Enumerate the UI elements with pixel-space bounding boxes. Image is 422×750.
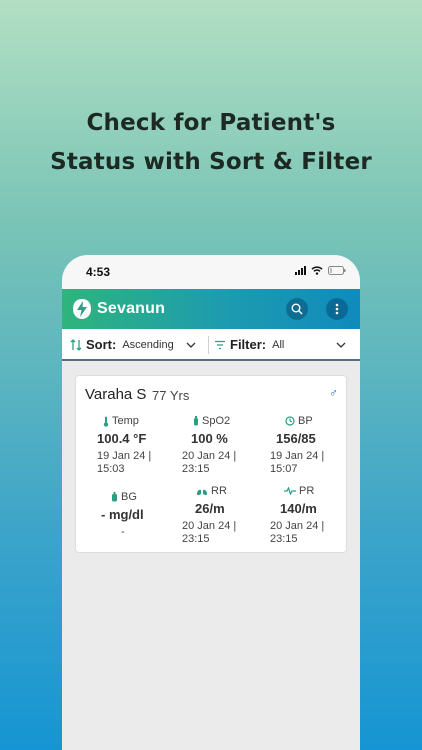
vital-label: PR [299, 485, 315, 497]
vital-value: 156/85 [276, 431, 316, 446]
filter-dropdown[interactable]: Filter: All [214, 337, 284, 352]
vital-value: - mg/dl [101, 507, 144, 522]
status-icons [295, 266, 346, 275]
vital-temp: Temp 100.4 °F 19 Jan 24 | 15:03 [97, 414, 187, 476]
sort-dropdown[interactable]: Sort: Ascending [70, 337, 196, 352]
vital-value: 100.4 °F [97, 431, 147, 446]
vital-spo2: SpO2 100 % 20 Jan 24 | 23:15 [182, 414, 272, 476]
filter-label: Filter: [230, 337, 267, 352]
headline: Check for Patient's Status with Sort & F… [0, 104, 422, 182]
vital-value: 26/m [195, 501, 225, 516]
headline-line-2: Status with Sort & Filter [50, 149, 372, 175]
vital-time: 23:15 [182, 463, 210, 475]
vital-date: 20 Jan 24 | [182, 450, 237, 462]
vital-date: 20 Jan 24 | [182, 520, 237, 532]
vital-time: 15:07 [270, 463, 298, 475]
vital-date: 20 Jan 24 | [270, 520, 325, 532]
male-gender-icon: ♂ [329, 386, 338, 400]
vital-time: 15:03 [97, 463, 125, 475]
chevron-down-icon [186, 342, 196, 348]
logo-icon [73, 299, 91, 319]
patient-age: 77 Yrs [152, 388, 190, 403]
status-time: 4:53 [86, 265, 111, 279]
blood-drop-icon [112, 492, 117, 502]
oxygen-icon [194, 416, 198, 426]
sort-filter-bar: Sort: Ascending Filter: All [62, 329, 360, 361]
vital-value: 100 % [191, 431, 228, 446]
headline-line-1: Check for Patient's [86, 110, 336, 136]
vital-pr: PR 140/m 20 Jan 24 | 23:15 [270, 484, 360, 546]
sort-arrows-icon [70, 338, 82, 351]
thermometer-icon [103, 416, 109, 427]
vital-date: - [121, 526, 125, 538]
pulse-icon [284, 487, 296, 495]
signal-icon [295, 266, 306, 275]
app-bar: Sevanun [62, 289, 360, 329]
search-icon [291, 303, 303, 315]
vital-date: 19 Jan 24 | [270, 450, 325, 462]
chevron-down-icon[interactable] [336, 342, 346, 348]
filter-value: All [272, 338, 285, 351]
vital-label: BP [298, 415, 313, 427]
vital-time: 23:15 [182, 533, 210, 545]
patient-name: Varaha S [85, 386, 147, 403]
vital-label: RR [211, 485, 227, 497]
patient-card[interactable]: Varaha S 77 Yrs ♂ Temp 100.4 °F 19 Jan 2… [75, 375, 347, 553]
phone-frame: 4:53 Sevanun Sort: Ascending Filter: All… [62, 255, 360, 750]
vital-label: BG [121, 491, 137, 503]
gauge-icon [285, 416, 295, 426]
vital-label: SpO2 [202, 415, 231, 427]
battery-icon [328, 266, 346, 275]
vital-rr: RR 26/m 20 Jan 24 | 23:15 [182, 484, 272, 546]
vital-value: 140/m [280, 501, 317, 516]
more-menu-button[interactable] [326, 298, 348, 320]
more-vert-icon [335, 303, 339, 315]
toolbar-divider [208, 336, 209, 354]
search-button[interactable] [286, 298, 308, 320]
vital-time: 23:15 [270, 533, 298, 545]
lungs-icon [197, 487, 207, 496]
sort-label: Sort: [86, 337, 117, 352]
vital-bg: BG - mg/dl - [97, 490, 187, 539]
vital-bp: BP 156/85 19 Jan 24 | 15:07 [270, 414, 360, 476]
brand-name: Sevanun [97, 300, 166, 317]
status-bar: 4:53 [62, 255, 360, 289]
sort-value: Ascending [122, 338, 174, 351]
filter-icon [215, 340, 225, 349]
vital-date: 19 Jan 24 | [97, 450, 152, 462]
wifi-icon [311, 266, 323, 275]
vital-label: Temp [112, 415, 139, 427]
